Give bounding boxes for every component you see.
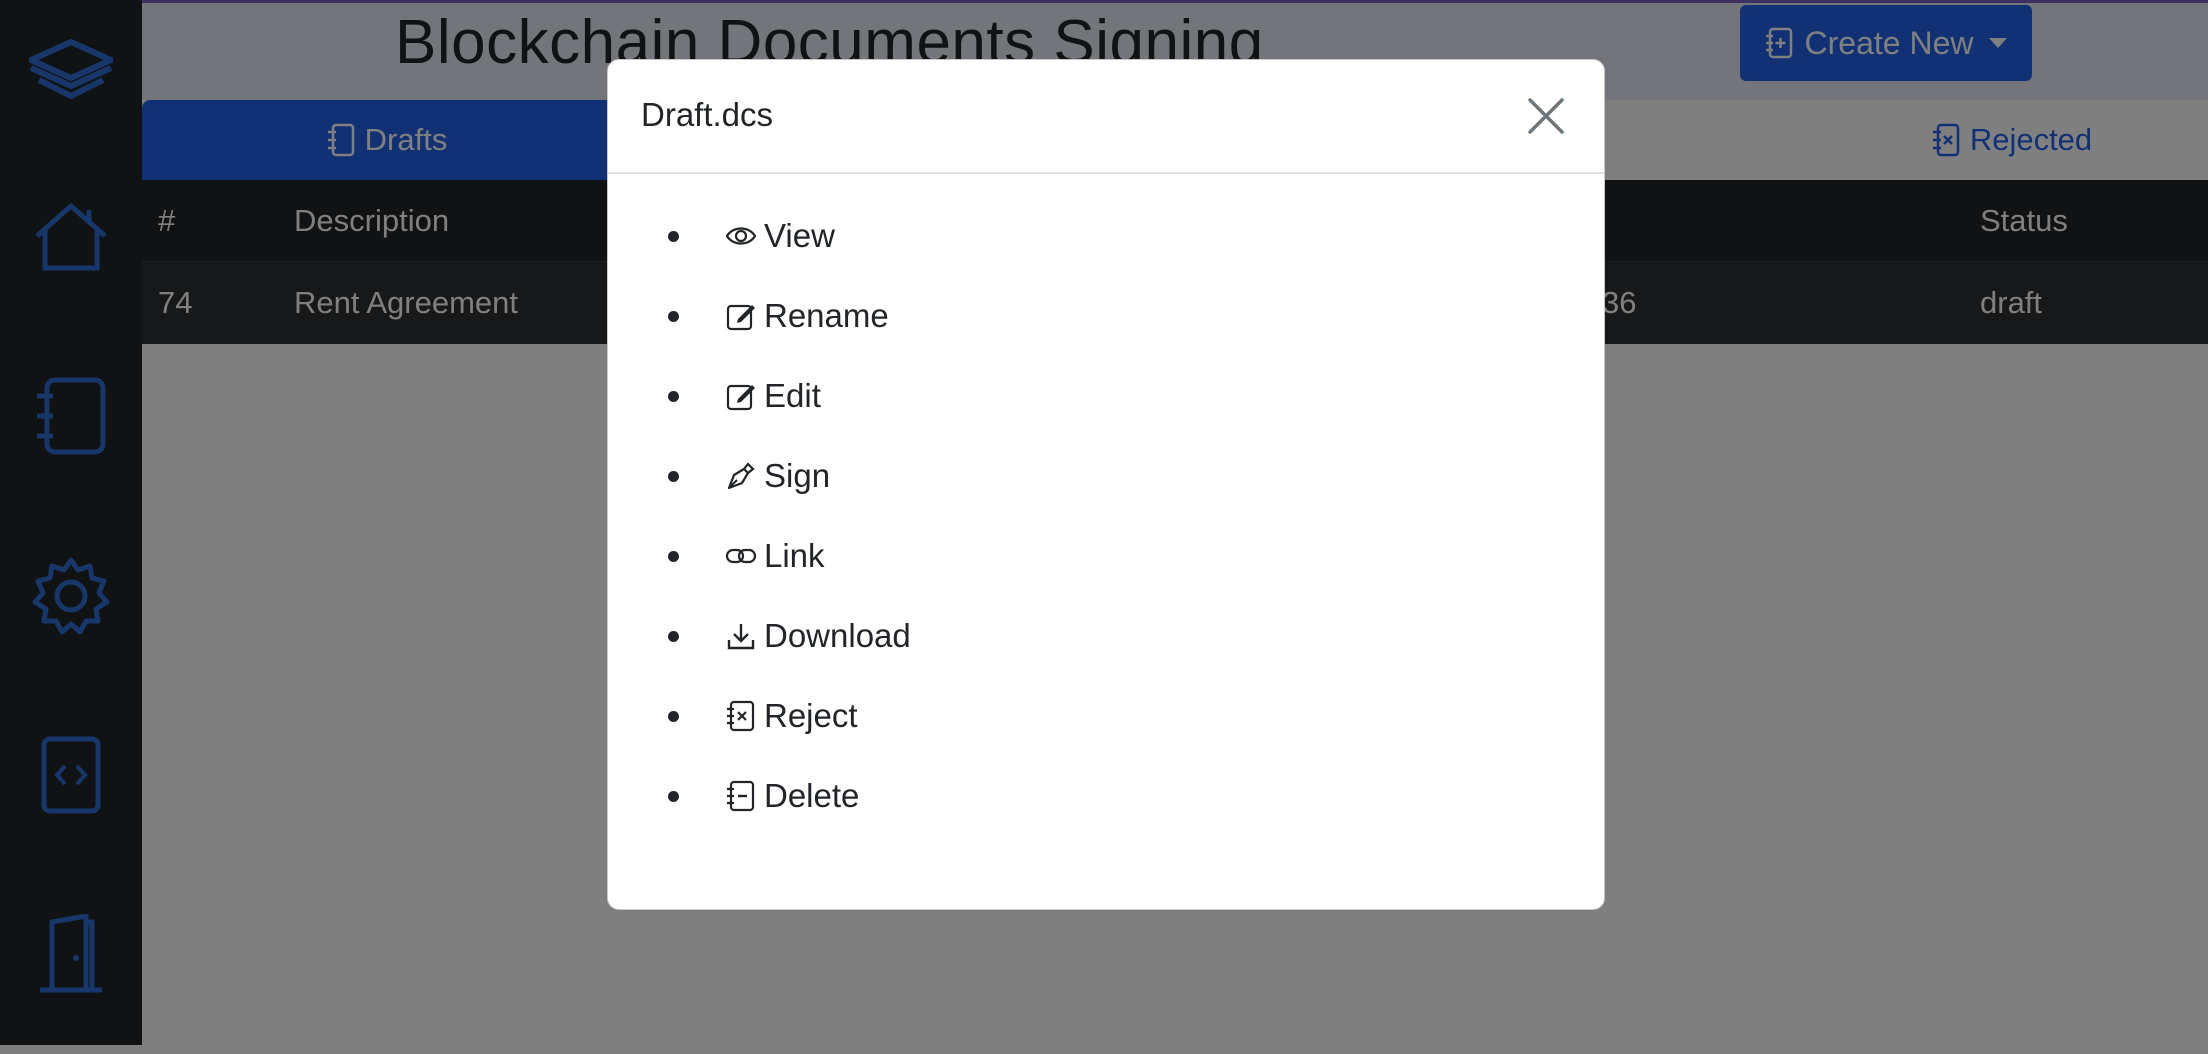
menu-item-reject[interactable]: Reject <box>668 686 858 746</box>
bullet <box>668 630 679 642</box>
link-icon <box>724 539 758 573</box>
menu-item-label: Edit <box>764 377 821 414</box>
download-icon <box>724 619 758 653</box>
menu-item-label: View <box>764 217 835 254</box>
journal-minus-icon <box>724 779 758 813</box>
pen-nib-icon <box>724 459 758 493</box>
menu-item-download[interactable]: Download <box>668 606 911 666</box>
menu-item-view[interactable]: View <box>668 206 835 266</box>
menu-item-label: Delete <box>764 777 860 814</box>
modal-header: Draft.dcs <box>608 60 1604 174</box>
bullet <box>668 790 679 802</box>
menu-item-link[interactable]: Link <box>668 526 825 586</box>
menu-item-rename[interactable]: Rename <box>668 286 889 346</box>
bullet <box>668 230 679 242</box>
menu-item-edit[interactable]: Edit <box>668 366 821 426</box>
document-actions-modal: Draft.dcs View Rename Edit Sign Link Dow… <box>607 59 1605 910</box>
pencil-square-icon <box>724 299 758 333</box>
app-window: Blockchain Documents Signing Create New … <box>0 0 2208 1054</box>
bullet <box>668 550 679 562</box>
menu-item-label: Rename <box>764 297 889 334</box>
journal-x-icon <box>724 699 758 733</box>
menu-item-label: Link <box>764 537 825 574</box>
menu-item-label: Reject <box>764 697 858 734</box>
menu-item-label: Download <box>764 617 911 654</box>
pencil-square-icon <box>724 379 758 413</box>
close-icon[interactable] <box>1526 96 1566 136</box>
menu-item-sign[interactable]: Sign <box>668 446 830 506</box>
bullet <box>668 470 679 482</box>
bullet <box>668 310 679 322</box>
eye-icon <box>724 219 758 253</box>
modal-title: Draft.dcs <box>641 96 774 133</box>
menu-item-delete[interactable]: Delete <box>668 766 859 826</box>
bullet <box>668 710 679 722</box>
bullet <box>668 390 679 402</box>
menu-item-label: Sign <box>764 457 831 494</box>
